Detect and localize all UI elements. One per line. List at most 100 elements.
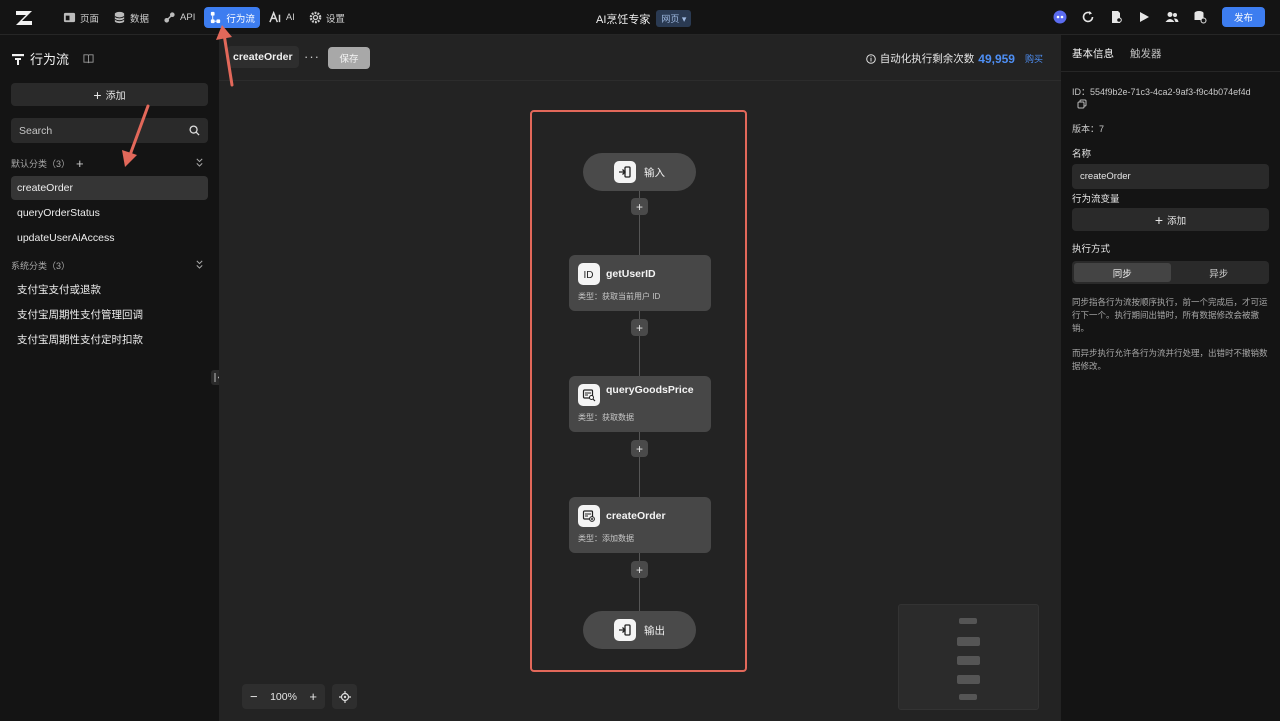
flow-version: 版本：7 (1072, 124, 1105, 134)
name-label: 名称 (1072, 149, 1092, 160)
add-variable-button[interactable]: + 添加 (1072, 208, 1269, 231)
app-logo-icon[interactable] (14, 8, 34, 28)
flow-id: ID：554f9b2e-71c3-4ca2-9af3-f9c4b074ef4d (1072, 87, 1251, 97)
nav-data-label: 数据 (130, 13, 150, 25)
node-type: 类型：获取当前用户 ID (578, 292, 661, 301)
add-step-button[interactable]: + (631, 198, 648, 215)
id-icon: ID (578, 263, 600, 285)
info-icon (865, 53, 876, 64)
group-system-header: 系统分类（3） (11, 259, 70, 272)
collapse-chevron-icon[interactable] (195, 158, 204, 167)
flow-item-label: createOrder (17, 182, 74, 194)
nav-api[interactable]: API (158, 7, 200, 28)
flow-output-node[interactable]: 输出 (583, 611, 696, 649)
plus-icon: + (1154, 211, 1164, 228)
add-step-button[interactable]: + (631, 319, 648, 336)
node-type: 类型：添加数据 (578, 534, 634, 543)
members-button[interactable] (1164, 9, 1180, 25)
flow-item-createOrder[interactable]: createOrder (11, 176, 208, 200)
sync-description: 同步指各行为流按顺序执行，前一个完成后，才可运行下一个。执行期间出错时，所有数据… (1072, 297, 1268, 333)
svg-text:ID: ID (584, 270, 594, 281)
document-button[interactable] (1108, 9, 1124, 25)
buy-link[interactable]: 购买 (1025, 52, 1043, 65)
minimap-node (959, 618, 977, 624)
nav-settings[interactable]: 设置 (304, 7, 350, 28)
flow-item-queryOrderStatus[interactable]: queryOrderStatus (11, 201, 208, 225)
nav-flow-label: 行为流 (226, 13, 255, 25)
flow-item-updateUserAiAccess[interactable]: updateUserAiAccess (11, 226, 208, 250)
query-data-icon (578, 384, 600, 406)
flow-item-label: updateUserAiAccess (17, 232, 115, 244)
save-button[interactable]: 保存 (328, 47, 370, 69)
flow-item-alipay-periodic-deduct[interactable]: 支付宝周期性支付定时扣款 (11, 327, 208, 351)
database-settings-icon (1194, 11, 1207, 24)
flow-name-field[interactable]: createOrder (1072, 164, 1269, 189)
output-node-label: 输出 (644, 624, 665, 637)
platform-badge[interactable]: 网页 ▾ (656, 10, 692, 27)
execution-mode-label: 执行方式 (1072, 244, 1111, 255)
add-flow-button[interactable]: + 添加 (11, 83, 208, 106)
mode-async-option[interactable]: 异步 (1171, 263, 1268, 282)
node-name: queryGoodsPrice (606, 384, 694, 396)
flow-item-alipay-periodic-callback[interactable]: 支付宝周期性支付管理回调 (11, 302, 208, 326)
add-step-button[interactable]: + (631, 440, 648, 457)
top-actions (1052, 9, 1208, 25)
search-icon[interactable] (189, 125, 200, 136)
ai-icon (269, 11, 281, 23)
group-default-label: 默认分类（3） (11, 159, 71, 169)
mode-sync-option[interactable]: 同步 (1074, 263, 1171, 282)
node-type: 类型：获取数据 (578, 413, 634, 422)
zoom-out-button[interactable]: − (250, 689, 258, 704)
preview-button[interactable] (1136, 9, 1152, 25)
api-icon (164, 12, 175, 23)
flow-node-queryGoodsPrice[interactable]: queryGoodsPrice 类型：获取数据 (569, 376, 711, 432)
zoom-level: 100% (270, 690, 297, 703)
execution-mode-toggle: 同步 异步 (1072, 261, 1269, 284)
tab-triggers[interactable]: 触发器 (1130, 46, 1162, 61)
nav-data[interactable]: 数据 (108, 7, 154, 28)
locate-icon (338, 690, 351, 703)
publish-button[interactable]: 发布 (1222, 7, 1265, 27)
collapse-chevron-icon[interactable] (195, 260, 204, 269)
flow-name-tab[interactable]: createOrder (227, 46, 299, 68)
flow-item-alipay-pay-refund[interactable]: 支付宝支付或退款 (11, 277, 208, 301)
minimap[interactable] (898, 604, 1039, 710)
refresh-icon (1082, 11, 1094, 23)
main-nav: 页面 数据 API 行为流 AI 设置 (58, 7, 350, 28)
node-name: createOrder (606, 510, 666, 522)
nav-flow[interactable]: 行为流 (204, 7, 260, 28)
refresh-button[interactable] (1080, 9, 1096, 25)
group-system-label: 系统分类（3） (11, 261, 71, 271)
flow-input-node[interactable]: 输入 (583, 153, 696, 191)
flow-item-label: 支付宝周期性支付定时扣款 (17, 333, 143, 346)
flow-node-getUserID[interactable]: ID getUserID 类型：获取当前用户 ID (569, 255, 711, 311)
users-icon (1165, 12, 1179, 22)
node-name: getUserID (606, 268, 656, 280)
minimap-node (959, 694, 977, 700)
app-title[interactable]: AI烹饪专家 网页 ▾ (596, 10, 692, 27)
group-default-header: 默认分类（3） + (11, 157, 84, 170)
flow-node-createOrder[interactable]: createOrder 类型：添加数据 (569, 497, 711, 553)
add-data-icon (578, 505, 600, 527)
copilot-button[interactable] (1052, 9, 1068, 25)
add-step-button[interactable]: + (631, 561, 648, 578)
add-category-icon[interactable]: + (76, 157, 84, 170)
flow-item-label: 支付宝支付或退款 (17, 283, 101, 296)
nav-ai[interactable]: AI (264, 7, 300, 28)
flow-item-label: 支付宝周期性支付管理回调 (17, 308, 143, 321)
zoom-in-button[interactable]: + (309, 689, 317, 704)
recenter-button[interactable] (332, 684, 357, 709)
copilot-icon (1053, 10, 1067, 24)
nav-pages[interactable]: 页面 (58, 7, 104, 28)
copy-icon[interactable] (1077, 99, 1087, 109)
minimap-node (957, 637, 980, 646)
search-input[interactable] (11, 118, 208, 143)
tab-basic-info[interactable]: 基本信息 (1072, 46, 1114, 61)
play-icon (1140, 12, 1149, 22)
execution-quota: 自动化执行剩余次数 49,959 购买 (865, 51, 1043, 66)
flow-canvas[interactable]: createOrder ··· 保存 自动化执行剩余次数 49,959 购买 输… (219, 35, 1061, 721)
docs-book-icon[interactable] (83, 53, 94, 64)
database-settings-button[interactable] (1192, 9, 1208, 25)
more-options-icon[interactable]: ··· (304, 49, 320, 64)
plus-icon: + (93, 86, 102, 103)
